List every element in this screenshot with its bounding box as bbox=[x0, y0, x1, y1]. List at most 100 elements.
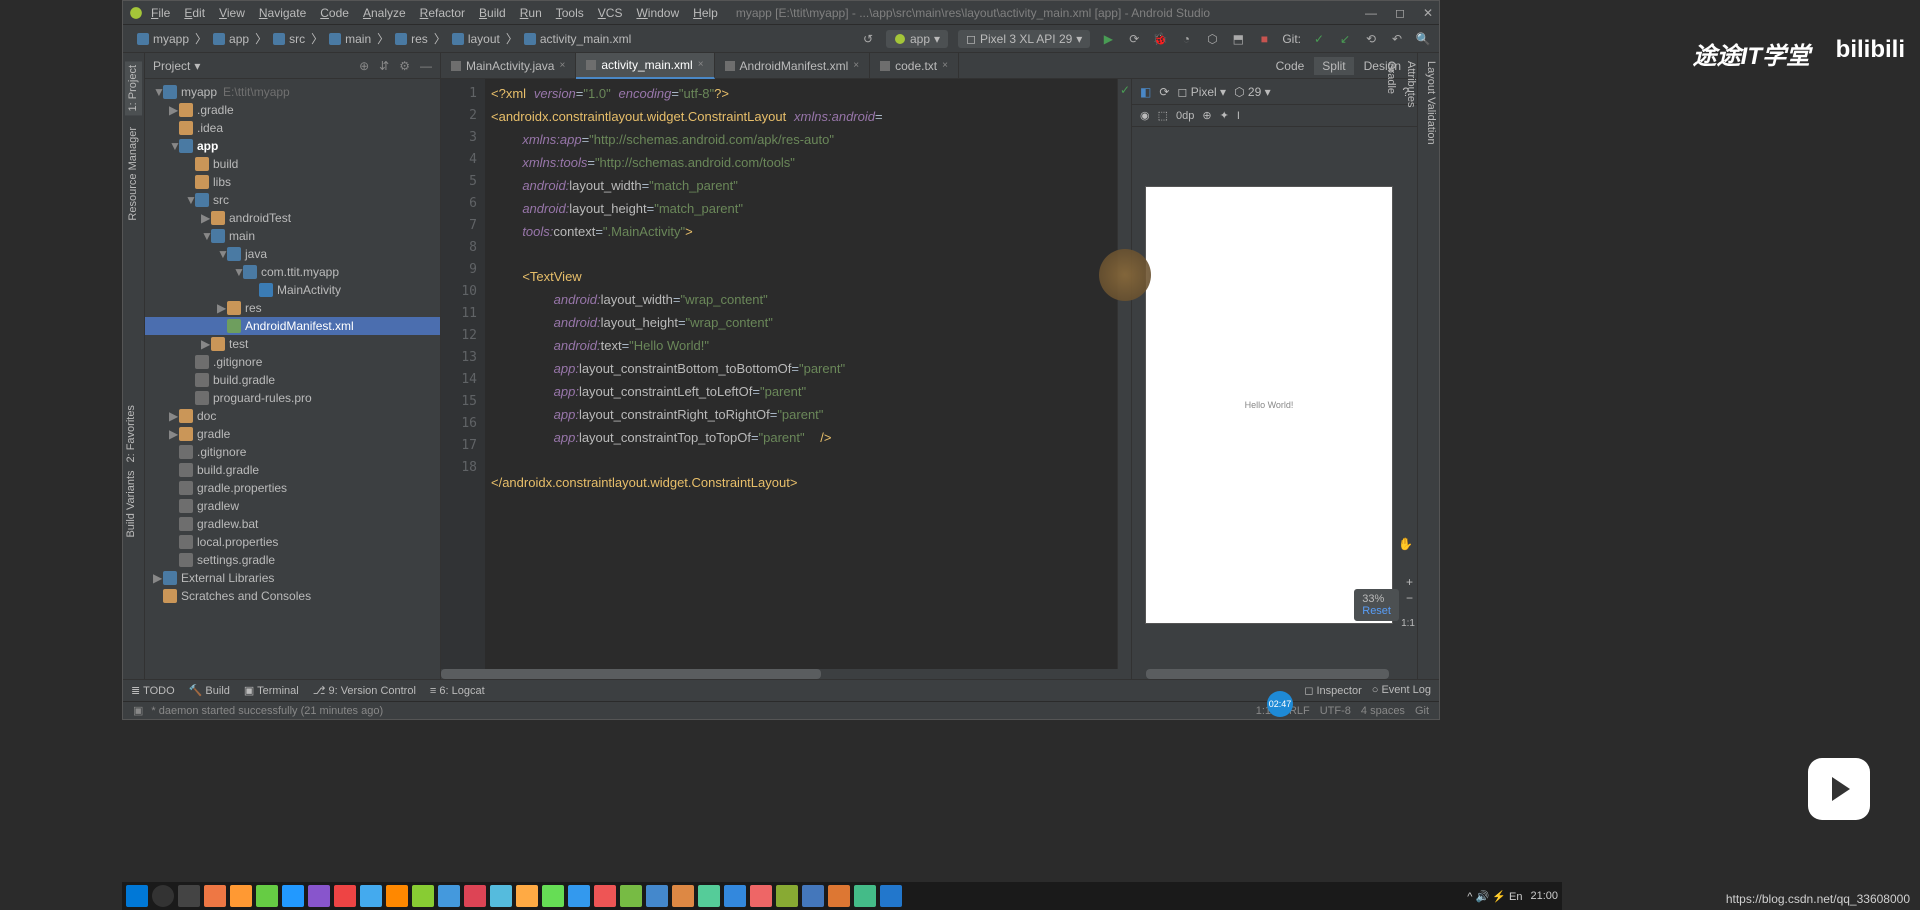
coverage-icon[interactable]: ⬡ bbox=[1204, 31, 1220, 47]
debug-icon[interactable]: 🐞 bbox=[1152, 31, 1168, 47]
code-editor[interactable]: <?xml version="1.0" encoding="utf-8"?> <… bbox=[485, 79, 1117, 669]
menu-edit[interactable]: Edit bbox=[184, 6, 205, 20]
editor-tab[interactable]: AndroidManifest.xml × bbox=[715, 53, 871, 79]
maximize-icon[interactable]: ◻ bbox=[1395, 6, 1405, 20]
chevron-down-icon[interactable]: ▾ bbox=[194, 59, 200, 73]
menu-tools[interactable]: Tools bbox=[556, 6, 584, 20]
taskbar-app[interactable] bbox=[698, 885, 720, 907]
close-tab-icon[interactable]: × bbox=[853, 60, 859, 71]
tree-node[interactable]: ▶res bbox=[145, 299, 440, 317]
tree-node[interactable]: build.gradle bbox=[145, 461, 440, 479]
taskbar-app[interactable] bbox=[334, 885, 356, 907]
project-view-selector[interactable]: Project bbox=[153, 59, 190, 73]
split-view-button[interactable]: Split bbox=[1314, 57, 1353, 75]
menu-vcs[interactable]: VCS bbox=[598, 6, 623, 20]
tree-node[interactable]: proguard-rules.pro bbox=[145, 389, 440, 407]
tree-node[interactable]: ▶test bbox=[145, 335, 440, 353]
tree-node[interactable]: ▼java bbox=[145, 245, 440, 263]
taskbar-app[interactable] bbox=[568, 885, 590, 907]
inspector-tab[interactable]: ◻ Inspector bbox=[1304, 684, 1361, 697]
taskbar-app[interactable] bbox=[724, 885, 746, 907]
breadcrumb-item[interactable]: app bbox=[207, 30, 255, 48]
zoom-reset[interactable]: Reset bbox=[1362, 605, 1391, 617]
pan-icon[interactable]: ✋ bbox=[1398, 537, 1413, 551]
tree-node[interactable]: settings.gradle bbox=[145, 551, 440, 569]
taskbar-app[interactable] bbox=[490, 885, 512, 907]
tree-node[interactable]: ▼app bbox=[145, 137, 440, 155]
taskbar-app[interactable] bbox=[802, 885, 824, 907]
close-tab-icon[interactable]: × bbox=[698, 59, 704, 70]
menu-refactor[interactable]: Refactor bbox=[420, 6, 465, 20]
tree-node[interactable]: .gitignore bbox=[145, 443, 440, 461]
editor-tab[interactable]: activity_main.xml × bbox=[576, 53, 714, 79]
git-status[interactable]: Git bbox=[1415, 705, 1429, 717]
tree-node[interactable]: .gitignore bbox=[145, 353, 440, 371]
menu-window[interactable]: Window bbox=[636, 6, 679, 20]
menu-code[interactable]: Code bbox=[320, 6, 349, 20]
breadcrumb-item[interactable]: src bbox=[267, 30, 311, 48]
dp-label[interactable]: 0dp bbox=[1176, 110, 1194, 122]
tree-node[interactable]: build.gradle bbox=[145, 371, 440, 389]
taskbar-app[interactable] bbox=[828, 885, 850, 907]
tree-node[interactable]: ▼main bbox=[145, 227, 440, 245]
expand-icon[interactable]: ⇵ bbox=[379, 59, 389, 73]
editor-tab[interactable]: code.txt × bbox=[870, 53, 959, 79]
menu-help[interactable]: Help bbox=[693, 6, 718, 20]
taskbar-app[interactable] bbox=[620, 885, 642, 907]
hide-icon[interactable]: — bbox=[420, 59, 432, 73]
device-selector[interactable]: ◻ Pixel 3 XL API 29 ▾ bbox=[958, 30, 1090, 48]
tree-node[interactable]: MainActivity bbox=[145, 281, 440, 299]
taskbar-app[interactable] bbox=[464, 885, 486, 907]
menu-run[interactable]: Run bbox=[520, 6, 542, 20]
design-canvas[interactable]: Hello World! 33% Reset ✋ + − 1:1 bbox=[1132, 127, 1417, 669]
tree-node[interactable]: ▶.gradle bbox=[145, 101, 440, 119]
tree-node[interactable]: .idea bbox=[145, 119, 440, 137]
resource-manager-tab[interactable]: Resource Manager bbox=[125, 123, 142, 225]
build-variants-tab[interactable]: Build Variants bbox=[125, 470, 143, 537]
breadcrumb-item[interactable]: layout bbox=[446, 30, 506, 48]
taskbar-app[interactable] bbox=[542, 885, 564, 907]
apply-changes-icon[interactable]: ⟳ bbox=[1126, 31, 1142, 47]
taskbar-clock[interactable]: 21:00 bbox=[1530, 890, 1558, 902]
taskbar-app[interactable] bbox=[854, 885, 876, 907]
taskbar-app[interactable] bbox=[204, 885, 226, 907]
profile-icon[interactable]: ◔ bbox=[1178, 31, 1194, 47]
taskbar-app[interactable] bbox=[412, 885, 434, 907]
tree-node[interactable]: ▼com.ttit.myapp bbox=[145, 263, 440, 281]
project-tree[interactable]: ▼myappE:\ttit\myapp▶.gradle.idea▼appbuil… bbox=[145, 79, 440, 679]
text-icon[interactable]: I bbox=[1237, 110, 1240, 122]
taskbar-app[interactable] bbox=[438, 885, 460, 907]
select-opened-icon[interactable]: ⊕ bbox=[359, 59, 369, 73]
indent[interactable]: 4 spaces bbox=[1361, 705, 1405, 717]
breadcrumb-item[interactable]: activity_main.xml bbox=[518, 30, 637, 48]
close-tab-icon[interactable]: × bbox=[942, 60, 948, 71]
run-config-selector[interactable]: app ▾ bbox=[886, 30, 948, 48]
vcs-update-icon[interactable]: ✓ bbox=[1311, 31, 1327, 47]
favorites-tab[interactable]: 2: Favorites bbox=[125, 405, 143, 462]
tree-node[interactable]: AndroidManifest.xml bbox=[145, 317, 440, 335]
taskbar-app[interactable] bbox=[516, 885, 538, 907]
close-tab-icon[interactable]: × bbox=[559, 60, 565, 71]
tree-node[interactable]: ▼src bbox=[145, 191, 440, 209]
tree-node[interactable]: gradlew bbox=[145, 497, 440, 515]
zoom-control[interactable]: 33% Reset bbox=[1354, 589, 1399, 621]
taskbar-app[interactable] bbox=[880, 885, 902, 907]
zoom-in-icon[interactable]: + bbox=[1406, 575, 1413, 589]
orientation-icon[interactable]: ⟳ bbox=[1159, 85, 1169, 99]
taskbar-app[interactable] bbox=[256, 885, 278, 907]
fit-ratio[interactable]: 1:1 bbox=[1401, 618, 1415, 629]
design-scrollbar[interactable] bbox=[1132, 669, 1417, 679]
task-view-icon[interactable] bbox=[178, 885, 200, 907]
layout-validation-tab[interactable]: Layout Validation bbox=[1425, 61, 1437, 671]
tree-node[interactable]: ▶gradle bbox=[145, 425, 440, 443]
menu-file[interactable]: File bbox=[151, 6, 170, 20]
revert-icon[interactable]: ↶ bbox=[1389, 31, 1405, 47]
design-view-button[interactable]: Design bbox=[1356, 57, 1409, 75]
sync-icon[interactable]: ↺ bbox=[860, 31, 876, 47]
breadcrumb-item[interactable]: myapp bbox=[131, 30, 195, 48]
history-icon[interactable]: ⟲ bbox=[1363, 31, 1379, 47]
minimize-icon[interactable]: — bbox=[1365, 6, 1377, 20]
settings-icon[interactable]: ⚙ bbox=[399, 59, 410, 73]
zoom-out-icon[interactable]: − bbox=[1406, 591, 1413, 605]
taskbar-app[interactable] bbox=[386, 885, 408, 907]
